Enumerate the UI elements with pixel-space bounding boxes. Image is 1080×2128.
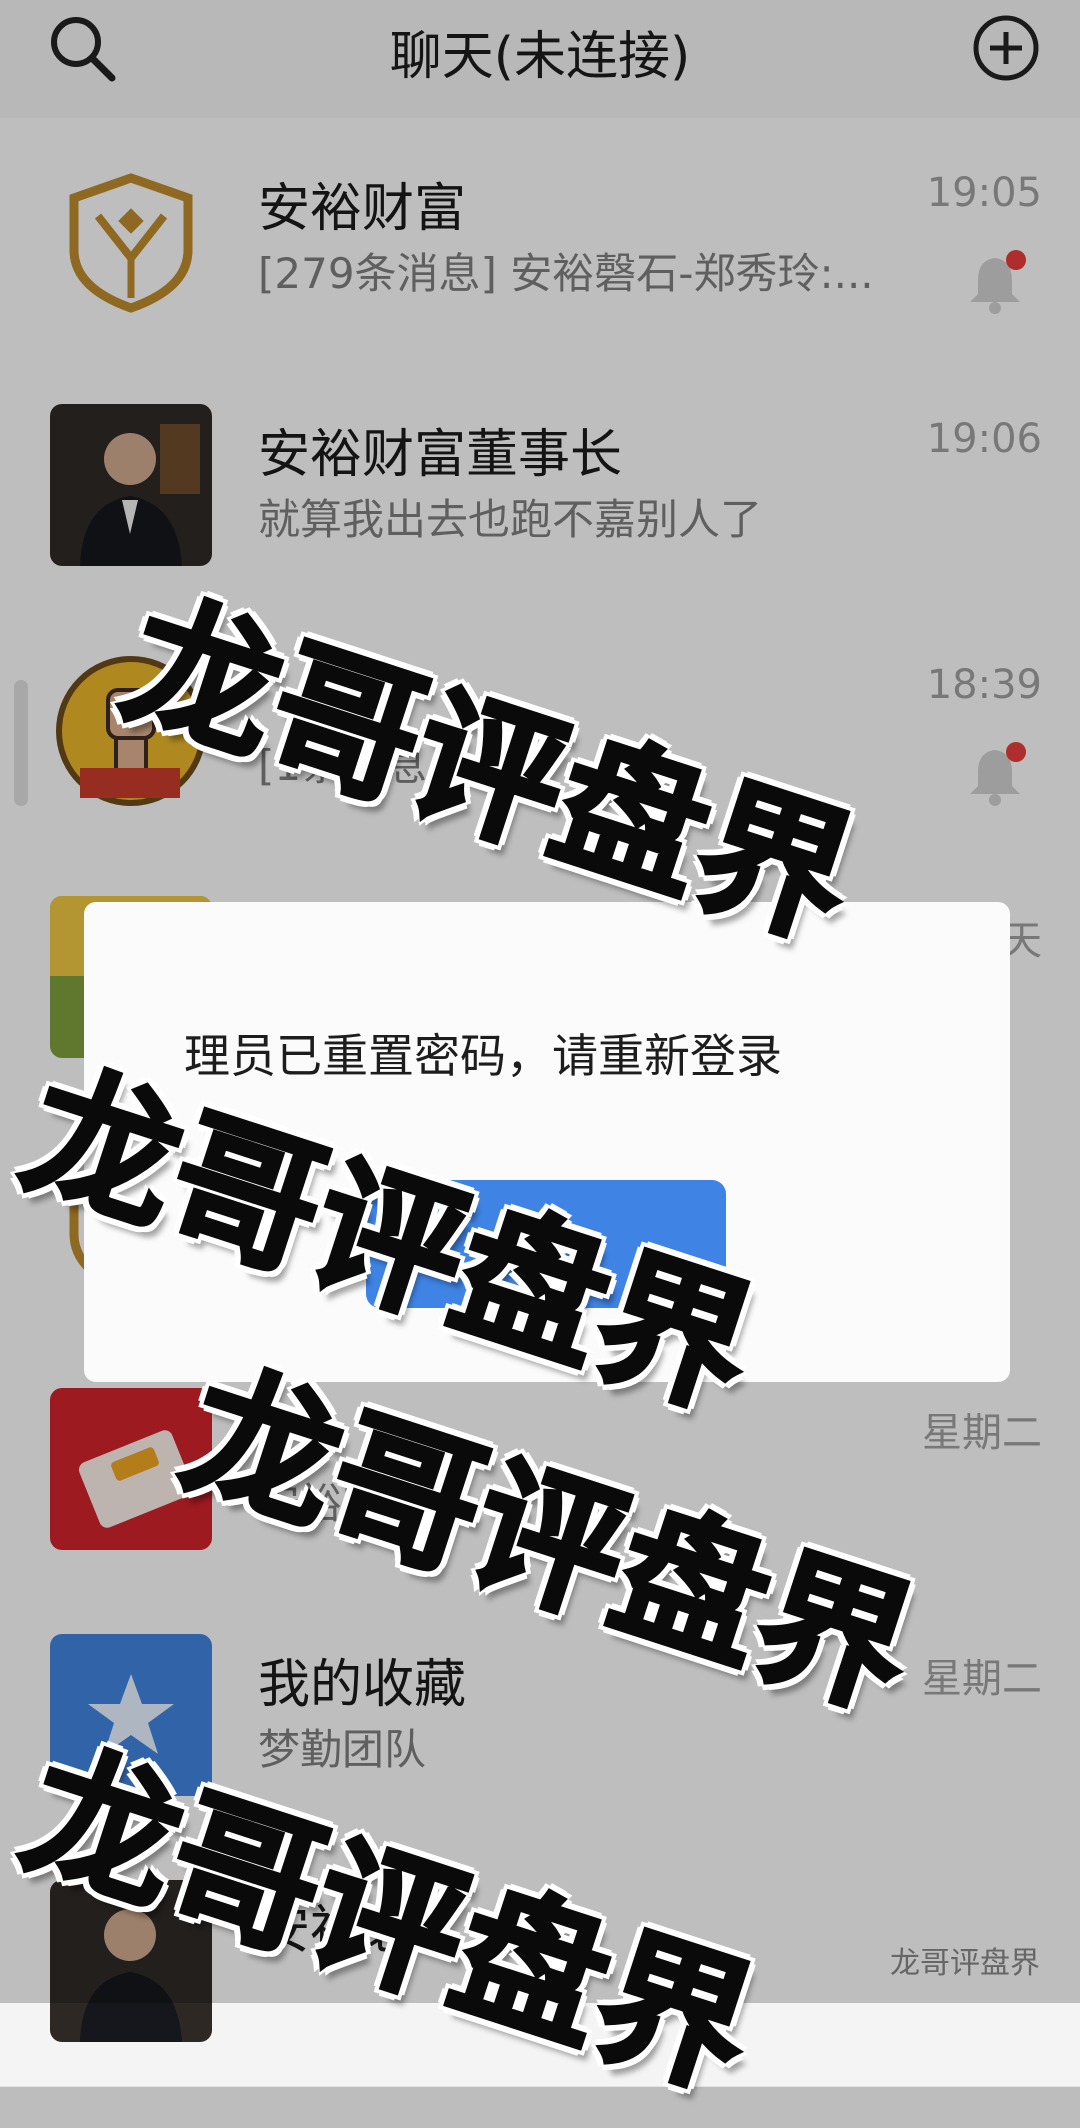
dialog-message: 理员已重置密码，请重新登录: [184, 1029, 782, 1083]
footer-watermark: 龙哥评盘界: [890, 1946, 1040, 1981]
chat-app: 聊天(未连接) 安裕财富 [279条消息] 安裕磬石-郑秀玲:... 19:05: [0, 0, 1080, 2123]
